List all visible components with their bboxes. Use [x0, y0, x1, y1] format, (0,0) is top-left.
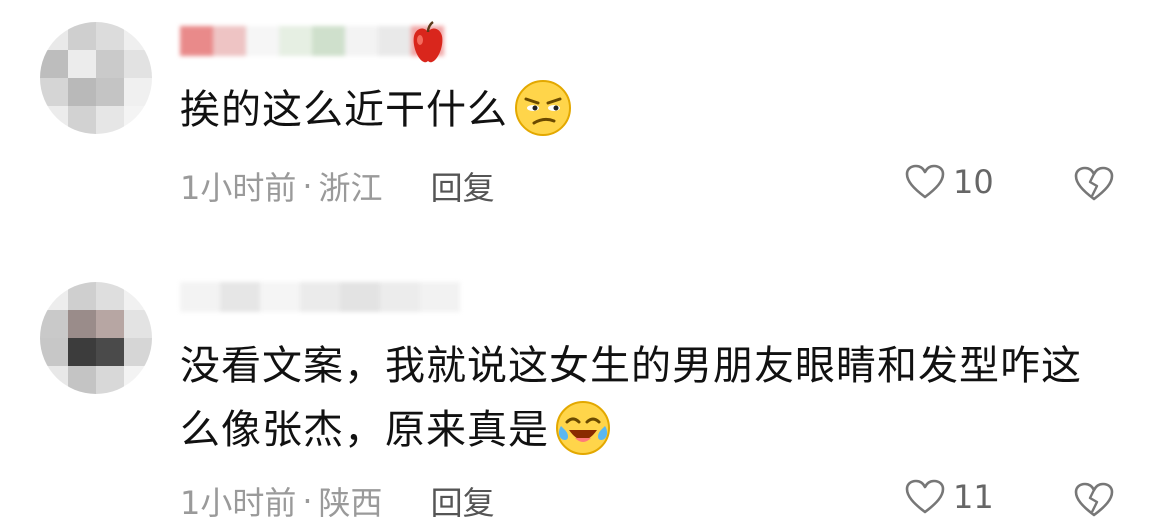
comment-text: 没看文案，我就说这女生的男朋友眼睛和发型咋这么像张杰，原来真是: [180, 334, 1120, 462]
like-count: 11: [953, 478, 994, 516]
reply-button[interactable]: 回复: [431, 478, 495, 524]
broken-heart-icon[interactable]: [1074, 482, 1114, 518]
username-blurred[interactable]: [180, 276, 460, 318]
location: 浙江: [318, 169, 383, 207]
apple-icon: [413, 20, 443, 63]
meta-separator: ·: [302, 482, 313, 520]
timestamp: 1小时前: [180, 484, 297, 522]
timestamp: 1小时前: [180, 169, 297, 207]
like-button[interactable]: 10: [905, 163, 994, 201]
comment-item: 没看文案，我就说这女生的男朋友眼睛和发型咋这么像张杰，原来真是 1小时前 · 陕…: [0, 260, 1166, 522]
comment-item: 挨的这么近干什么 1小时前 · 浙江 回复 10: [0, 0, 1166, 250]
smirking-face-icon: [515, 80, 571, 136]
avatar[interactable]: [40, 282, 152, 394]
heart-outline-icon: [905, 479, 945, 514]
comment-text: 挨的这么近干什么: [180, 78, 572, 142]
like-count: 10: [953, 163, 994, 201]
reply-button[interactable]: 回复: [431, 163, 495, 209]
comment-meta: 1小时前 · 陕西 回复: [180, 478, 495, 524]
like-button[interactable]: 11: [905, 478, 994, 516]
location: 陕西: [318, 484, 383, 522]
comment-meta: 1小时前 · 浙江 回复: [180, 163, 495, 209]
avatar[interactable]: [40, 22, 152, 134]
heart-outline-icon: [905, 164, 945, 199]
meta-separator: ·: [302, 167, 313, 205]
tears-of-joy-face-icon: [556, 401, 610, 455]
broken-heart-icon[interactable]: [1074, 166, 1114, 202]
